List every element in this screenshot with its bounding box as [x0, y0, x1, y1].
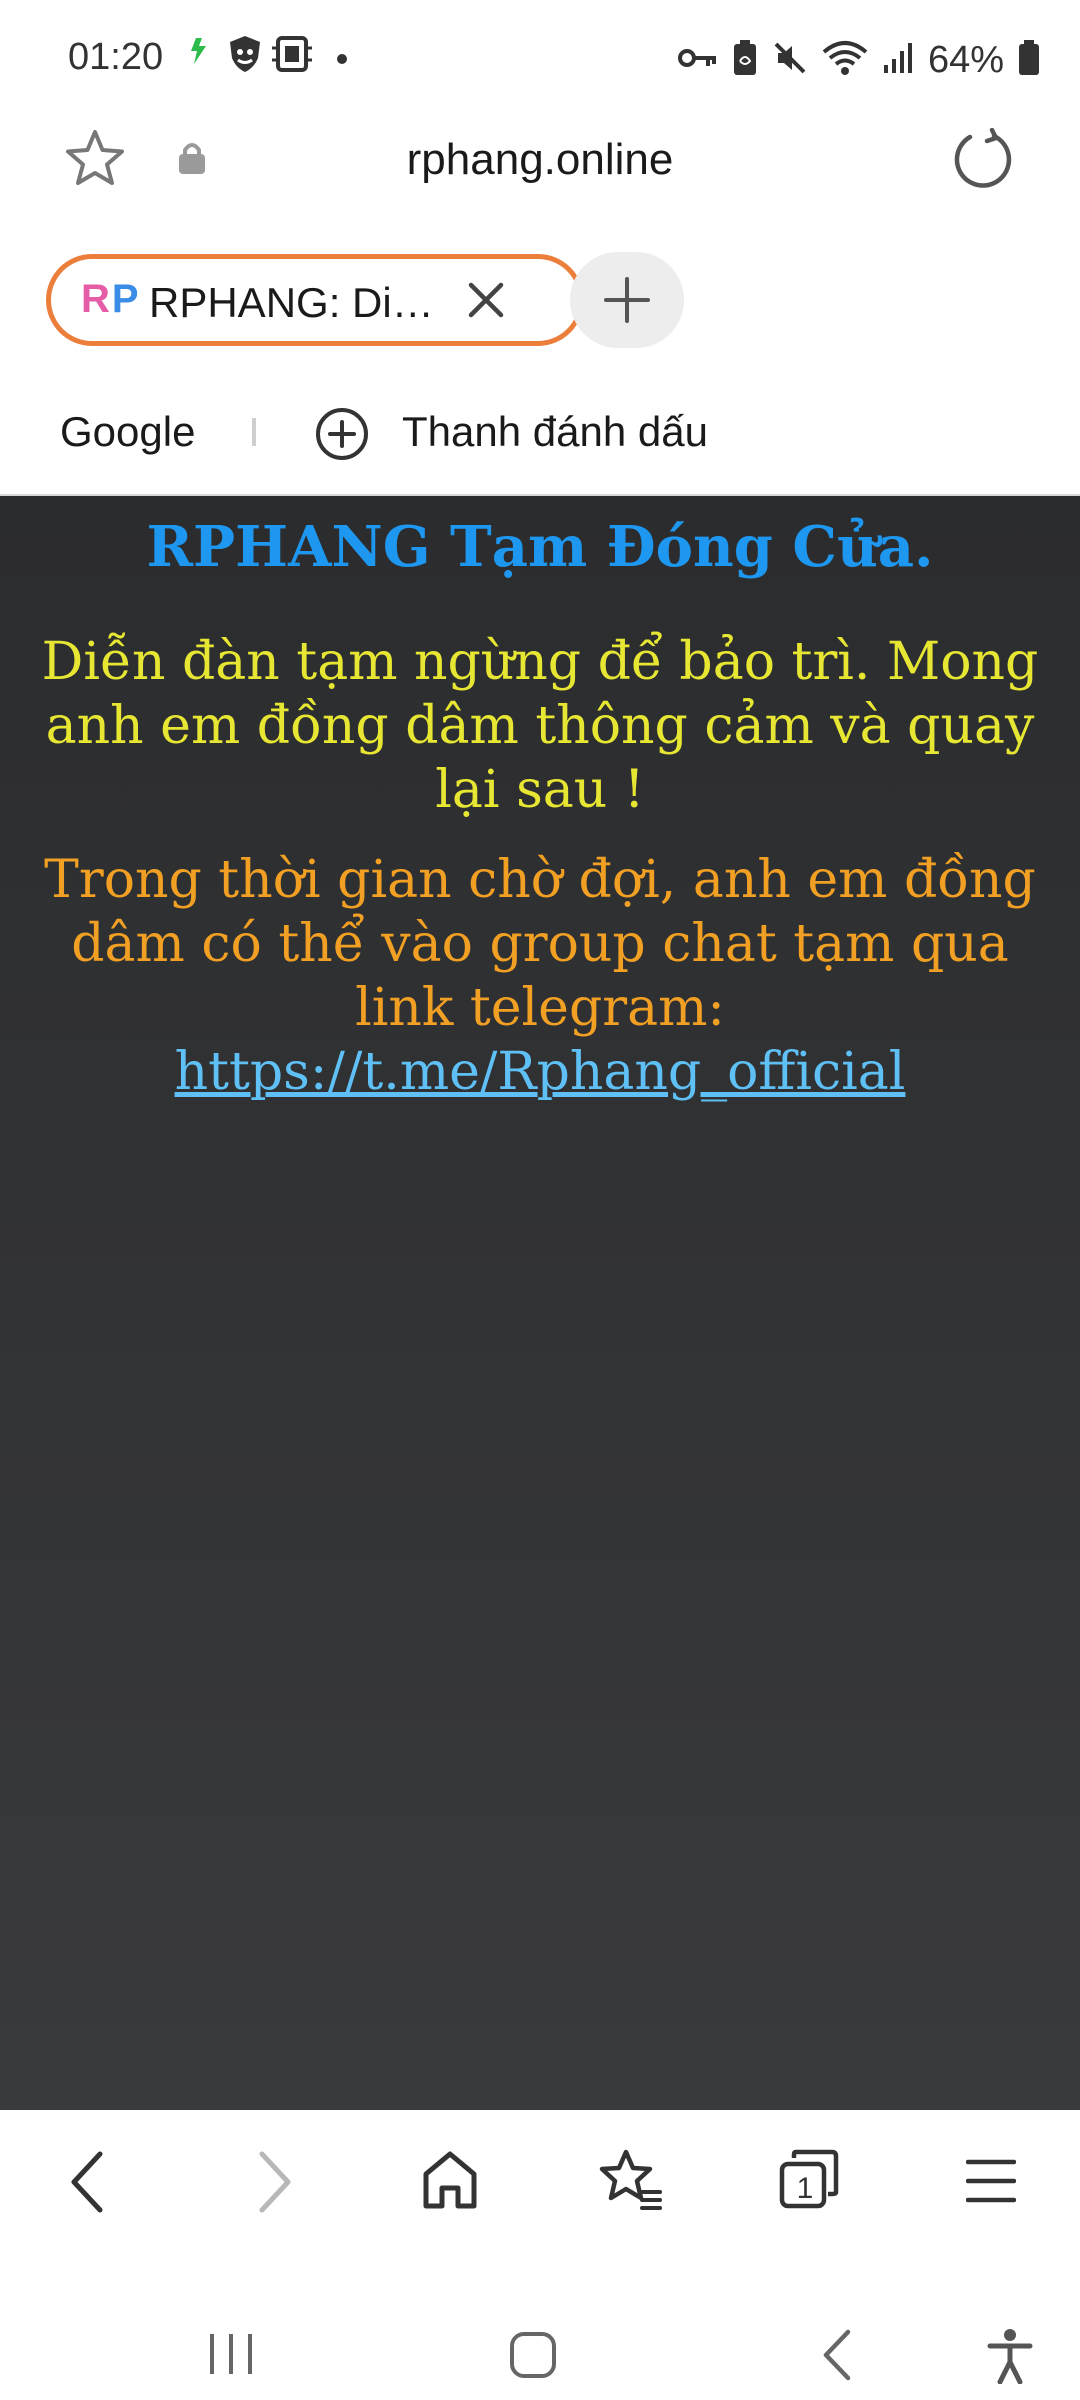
favicon-letter-r: R	[81, 277, 112, 321]
mute-icon	[772, 40, 808, 81]
home-circle-icon[interactable]	[508, 2330, 558, 2385]
new-tab-button[interactable]	[570, 252, 684, 348]
menu-icon[interactable]	[965, 2156, 1017, 2211]
tab-active[interactable]: RP RPHANG: Di…	[46, 254, 584, 346]
sim-icon	[272, 34, 312, 79]
status-bar: 01:20 64%	[0, 0, 1080, 120]
browser-toolbar: 1	[0, 2110, 1080, 2260]
dot-icon	[336, 52, 348, 70]
recents-icon[interactable]	[206, 2330, 256, 2383]
telegram-hint: Trong thời gian chờ đợi, anh em đồng dâm…	[22, 848, 1058, 1104]
reload-icon[interactable]	[952, 127, 1014, 195]
tab-count: 1	[796, 2172, 814, 2205]
telegram-hint-text: Trong thời gian chờ đợi, anh em đồng dâm…	[44, 850, 1036, 1038]
battery-saver-icon	[732, 39, 758, 82]
status-right-group: 64%	[677, 30, 1040, 90]
battery-percent: 64%	[927, 38, 1004, 81]
favicon-letter-p: P	[111, 277, 141, 321]
bookmarks-icon[interactable]	[598, 2146, 664, 2219]
telegram-link[interactable]: https://t.me/Rphang_official	[175, 1042, 906, 1102]
page-title: RPHANG Tạm Đóng Cửa.	[146, 514, 934, 580]
status-time: 01:20	[68, 36, 164, 78]
home-icon[interactable]	[420, 2146, 480, 2219]
add-bookmark-label[interactable]: Thanh đánh dấu	[402, 408, 708, 456]
shield-icon	[226, 34, 264, 79]
add-bookmark-icon[interactable]	[314, 406, 370, 467]
wifi-icon	[822, 40, 868, 81]
back-icon[interactable]	[818, 2328, 858, 2387]
close-tab-icon[interactable]	[463, 277, 509, 328]
vpn-key-icon	[677, 46, 718, 75]
signal-icon	[882, 41, 914, 80]
app-notification-icon	[186, 34, 212, 73]
forward-icon[interactable]	[248, 2146, 298, 2223]
back-icon[interactable]	[64, 2146, 114, 2223]
bookmark-google[interactable]: Google	[60, 408, 195, 456]
web-content: RPHANG Tạm Đóng Cửa. Diễn đàn tạm ngừng …	[0, 494, 1080, 2110]
tabs-icon[interactable]: 1	[778, 2146, 842, 2219]
bookmark-divider	[252, 418, 256, 446]
battery-icon	[1018, 39, 1040, 81]
accessibility-icon[interactable]	[986, 2328, 1034, 2389]
tab-favicon: RP	[81, 277, 141, 322]
maintenance-message: Diễn đàn tạm ngừng để bảo trì. Mong anh …	[41, 632, 1039, 820]
url-text[interactable]: rphang.online	[0, 135, 1080, 185]
system-nav-bar	[0, 2260, 1080, 2400]
plus-icon	[604, 277, 650, 323]
tab-title: RPHANG: Di…	[149, 279, 434, 326]
